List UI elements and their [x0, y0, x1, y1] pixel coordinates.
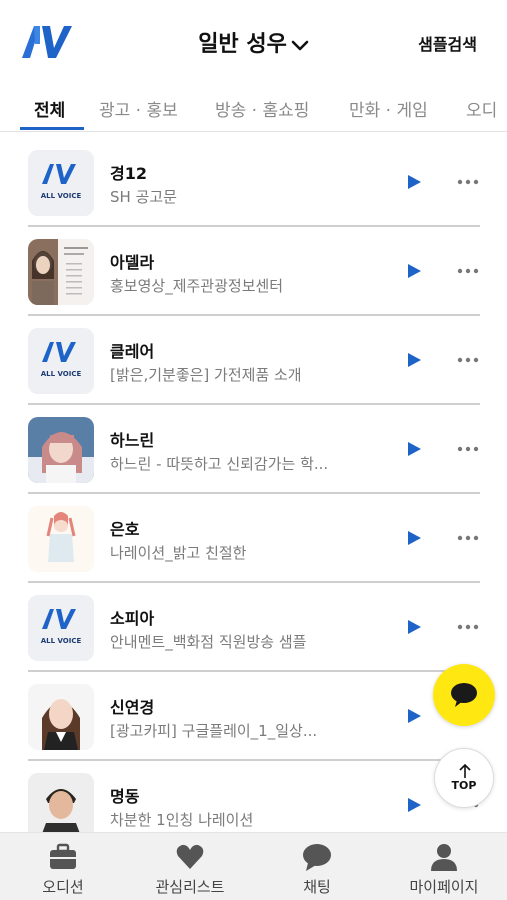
scroll-top-button[interactable]: TOP [434, 748, 494, 808]
bottom-nav: 오디션 관심리스트 채팅 마이페이지 [0, 832, 507, 900]
thumb-logo-text: ALL VOICE [41, 370, 82, 378]
play-icon[interactable] [406, 708, 422, 724]
play-icon[interactable] [406, 441, 422, 457]
play-icon[interactable] [406, 352, 422, 368]
voice-thumbnail [28, 239, 94, 305]
more-options-icon[interactable] [456, 172, 480, 192]
more-options-icon[interactable] [456, 439, 480, 459]
nav-favorites[interactable]: 관심리스트 [127, 833, 253, 900]
scroll-top-label: TOP [451, 779, 477, 792]
sample-search-link[interactable]: 샘플검색 [418, 31, 477, 55]
voice-desc: 차분한 1인칭 나레이션 [110, 811, 254, 829]
speech-bubble-icon [451, 683, 477, 707]
voice-desc: [광고카피] 구글플레이_1_일상... [110, 722, 318, 740]
chat-icon [303, 844, 331, 871]
voice-desc: [밝은,기분좋은] 가전제품 소개 [110, 366, 302, 384]
more-options-icon[interactable] [456, 528, 480, 548]
category-tabs: 전체 광고 · 홍보 방송 · 홈쇼핑 만화 · 게임 오디 [0, 88, 507, 132]
voice-name: 명동 [110, 787, 140, 806]
voice-desc: 홍보영상_제주관광정보센터 [110, 277, 284, 295]
voice-thumbnail [28, 506, 94, 572]
nav-label: 마이페이지 [409, 878, 479, 896]
voice-thumbnail: ALL VOICE [28, 328, 94, 394]
tab-cartoon-game[interactable]: 만화 · 게임 [349, 96, 428, 131]
play-icon[interactable] [406, 530, 422, 546]
voice-desc: 안내멘트_백화점 직원방송 샘플 [110, 633, 307, 651]
more-options-icon[interactable] [456, 350, 480, 370]
nav-audition[interactable]: 오디션 [0, 833, 126, 900]
voice-thumbnail: ALL VOICE [28, 150, 94, 216]
list-item[interactable]: ALL VOICE 소피아 안내멘트_백화점 직원방송 샘플 [28, 583, 480, 672]
voice-thumbnail: ALL VOICE [28, 595, 94, 661]
heart-icon [176, 844, 204, 869]
person-icon [431, 844, 457, 871]
nav-label: 채팅 [303, 878, 331, 896]
voice-desc: 하느린 - 따뜻하고 신뢰감가는 학... [110, 455, 329, 473]
tab-audio[interactable]: 오디 [466, 96, 497, 131]
voice-desc: SH 공고문 [110, 188, 177, 206]
briefcase-icon [50, 843, 76, 869]
thumb-logo-text: ALL VOICE [41, 192, 82, 200]
voice-name: 은호 [110, 520, 140, 539]
page-title: 일반 성우 [198, 32, 287, 57]
play-icon[interactable] [406, 797, 422, 813]
voice-desc: 나레이션_밝고 친절한 [110, 544, 247, 562]
voice-thumbnail [28, 417, 94, 483]
more-options-icon[interactable] [456, 617, 480, 637]
more-options-icon[interactable] [456, 261, 480, 281]
voice-name: 소피아 [110, 609, 155, 628]
voice-name: 아델라 [110, 253, 155, 272]
tab-broadcast-shopping[interactable]: 방송 · 홈쇼핑 [215, 96, 309, 131]
nav-label: 관심리스트 [155, 878, 225, 896]
list-item[interactable]: ALL VOICE 경12 SH 공고문 [28, 138, 480, 227]
list-item[interactable]: 하느린 하느린 - 따뜻하고 신뢰감가는 학... [28, 405, 480, 494]
voice-name: 하느린 [110, 431, 155, 450]
arrow-up-icon [459, 763, 471, 778]
nav-mypage[interactable]: 마이페이지 [381, 833, 507, 900]
voice-thumbnail [28, 684, 94, 750]
nav-chat[interactable]: 채팅 [254, 833, 380, 900]
voice-name: 클레어 [110, 342, 155, 361]
app-header: 일반 성우 샘플검색 [0, 0, 507, 88]
play-icon[interactable] [406, 174, 422, 190]
voice-name: 경12 [110, 164, 147, 183]
active-tab-indicator [20, 127, 84, 130]
list-item[interactable]: 은호 나레이션_밝고 친절한 [28, 494, 480, 583]
play-icon[interactable] [406, 619, 422, 635]
list-item[interactable]: 신연경 [광고카피] 구글플레이_1_일상... [28, 672, 480, 761]
play-icon[interactable] [406, 263, 422, 279]
list-item[interactable]: ALL VOICE 클레어 [밝은,기분좋은] 가전제품 소개 [28, 316, 480, 405]
list-item[interactable]: 아델라 홍보영상_제주관광정보센터 [28, 227, 480, 316]
kakao-chat-button[interactable] [433, 664, 495, 726]
tab-ad-promo[interactable]: 광고 · 홍보 [99, 96, 178, 131]
voice-thumbnail [28, 773, 94, 839]
chevron-down-icon [291, 33, 309, 58]
nav-label: 오디션 [42, 878, 84, 896]
thumb-logo-text: ALL VOICE [41, 637, 82, 645]
voice-name: 신연경 [110, 698, 155, 717]
